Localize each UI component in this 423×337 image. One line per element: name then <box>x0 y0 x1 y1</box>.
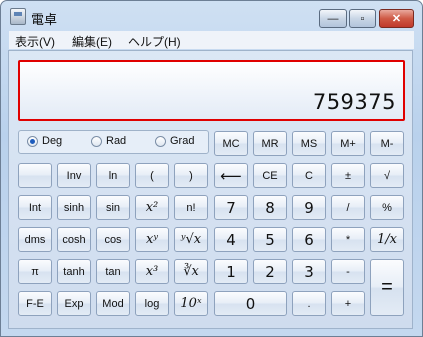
tan-button[interactable]: tan <box>96 259 130 284</box>
sin-button[interactable]: sin <box>96 195 130 220</box>
digit-5-button[interactable]: 5 <box>253 227 287 252</box>
menu-bar: 表示(V) 編集(E) ヘルプ(H) <box>9 31 414 49</box>
backspace-button[interactable]: ⟵ <box>214 163 248 188</box>
left-paren-button[interactable]: ( <box>135 163 169 188</box>
square-button[interactable]: x² <box>135 195 169 220</box>
digit-4-button[interactable]: 4 <box>214 227 248 252</box>
maximize-button[interactable]: ▫ <box>349 9 376 28</box>
nth-root-button[interactable]: ʸ√x <box>174 227 208 252</box>
ms-button[interactable]: MS <box>292 131 326 156</box>
divide-button[interactable]: / <box>331 195 365 220</box>
close-button[interactable]: ✕ <box>379 9 414 28</box>
factorial-button[interactable]: n! <box>174 195 208 220</box>
mr-button[interactable]: MR <box>253 131 287 156</box>
plus-button[interactable]: + <box>331 291 365 316</box>
multiply-button[interactable]: * <box>331 227 365 252</box>
dms-button[interactable]: dms <box>18 227 52 252</box>
digit-8-button[interactable]: 8 <box>253 195 287 220</box>
radio-rad[interactable]: Rad <box>91 135 126 147</box>
inv-button[interactable]: Inv <box>57 163 91 188</box>
mc-button[interactable]: MC <box>214 131 248 156</box>
blank-button[interactable] <box>18 163 52 188</box>
exp-button[interactable]: Exp <box>57 291 91 316</box>
power-button[interactable]: xʸ <box>135 227 169 252</box>
tanh-button[interactable]: tanh <box>57 259 91 284</box>
menu-edit[interactable]: 編集(E) <box>72 33 112 50</box>
digit-7-button[interactable]: 7 <box>214 195 248 220</box>
digit-3-button[interactable]: 3 <box>292 259 326 284</box>
decimal-button[interactable]: . <box>292 291 326 316</box>
digit-2-button[interactable]: 2 <box>253 259 287 284</box>
digit-6-button[interactable]: 6 <box>292 227 326 252</box>
menu-help[interactable]: ヘルプ(H) <box>128 33 181 50</box>
radio-deg[interactable]: Deg <box>27 135 62 147</box>
m-minus-button[interactable]: M- <box>370 131 404 156</box>
digit-9-button[interactable]: 9 <box>292 195 326 220</box>
radio-unselected-icon <box>155 135 166 147</box>
percent-button[interactable]: % <box>370 195 404 220</box>
int-button[interactable]: Int <box>18 195 52 220</box>
ten-power-button[interactable]: 10ˣ <box>174 291 208 316</box>
radio-label: Rad <box>106 135 127 147</box>
minimize-button[interactable]: — <box>319 9 347 28</box>
sqrt-button[interactable]: √ <box>370 163 404 188</box>
title-bar[interactable]: 電卓 — ▫ ✕ <box>1 1 422 31</box>
radio-grad[interactable]: Grad <box>155 135 194 147</box>
cube-button[interactable]: x³ <box>135 259 169 284</box>
calculator-app-icon <box>10 8 26 25</box>
reciprocal-button[interactable]: 1/x <box>370 227 404 252</box>
ce-button[interactable]: CE <box>253 163 287 188</box>
right-paren-button[interactable]: ) <box>174 163 208 188</box>
clear-button[interactable]: C <box>292 163 326 188</box>
radio-label: Grad <box>170 135 195 147</box>
angle-mode-group: Deg Rad Grad <box>18 130 209 154</box>
menu-view[interactable]: 表示(V) <box>15 33 55 50</box>
plus-minus-button[interactable]: ± <box>331 163 365 188</box>
result-display: 759375 <box>18 60 405 121</box>
radio-unselected-icon <box>91 135 102 147</box>
sinh-button[interactable]: sinh <box>57 195 91 220</box>
equals-button[interactable]: = <box>370 259 404 316</box>
cube-root-button[interactable]: ∛x <box>174 259 208 284</box>
log-button[interactable]: log <box>135 291 169 316</box>
radio-label: Deg <box>42 135 63 147</box>
window-title: 電卓 <box>31 12 58 27</box>
ln-button[interactable]: ln <box>96 163 130 188</box>
mod-button[interactable]: Mod <box>96 291 130 316</box>
digit-0-button[interactable]: 0 <box>214 291 287 316</box>
cosh-button[interactable]: cosh <box>57 227 91 252</box>
m-plus-button[interactable]: M+ <box>331 131 365 156</box>
cos-button[interactable]: cos <box>96 227 130 252</box>
digit-1-button[interactable]: 1 <box>214 259 248 284</box>
display-value: 759375 <box>312 90 396 114</box>
minus-button[interactable]: - <box>331 259 365 284</box>
radio-selected-icon <box>27 135 38 147</box>
pi-button[interactable]: π <box>18 259 52 284</box>
f-e-button[interactable]: F-E <box>18 291 52 316</box>
